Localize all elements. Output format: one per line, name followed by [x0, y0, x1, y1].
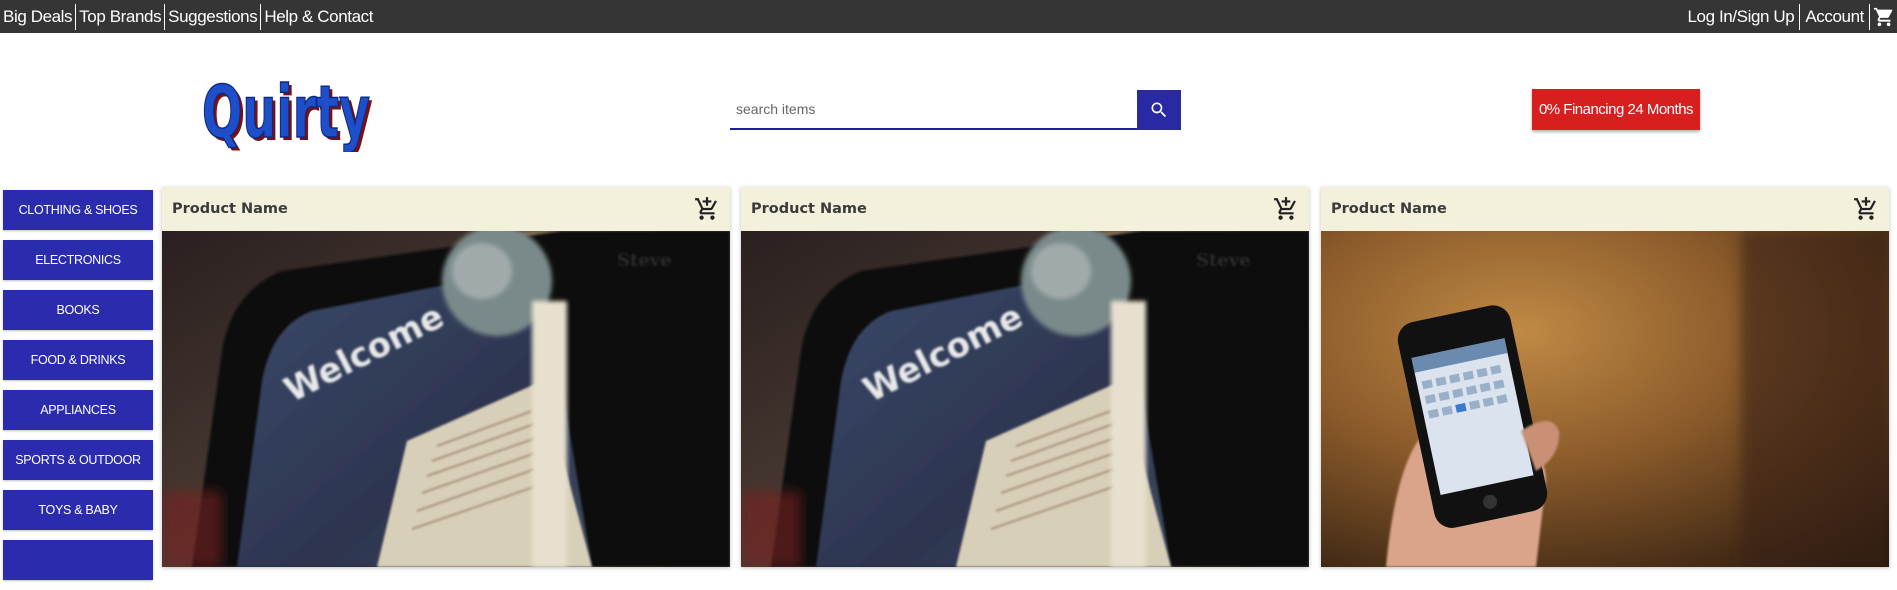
product-image[interactable] — [162, 231, 730, 567]
product-card[interactable]: Product Name — [1321, 187, 1889, 567]
cart-icon[interactable] — [1870, 4, 1897, 30]
category-toys-baby[interactable]: TOYS & BABY — [3, 490, 153, 530]
category-sidebar: CLOTHING & SHOES ELECTRONICS BOOKS FOOD … — [3, 190, 153, 590]
product-name[interactable]: Product Name — [1331, 201, 1447, 217]
product-card[interactable]: Product Name — [741, 187, 1309, 567]
product-name[interactable]: Product Name — [172, 201, 288, 217]
category-appliances[interactable]: APPLIANCES — [3, 390, 153, 430]
search-input[interactable] — [730, 90, 1137, 130]
search-button[interactable] — [1137, 90, 1181, 130]
category-electronics[interactable]: ELECTRONICS — [3, 240, 153, 280]
financing-promo-button[interactable]: 0% Financing 24 Months — [1532, 89, 1700, 130]
product-card-header: Product Name — [1321, 187, 1889, 231]
top-link-top-brands[interactable]: Top Brands — [76, 3, 166, 30]
top-link-account[interactable]: Account — [1800, 3, 1870, 30]
site-logo[interactable]: Quirty Quirty — [200, 66, 380, 157]
svg-text:Quirty: Quirty — [202, 70, 370, 152]
category-food-drinks[interactable]: FOOD & DRINKS — [3, 340, 153, 380]
top-link-big-deals[interactable]: Big Deals — [0, 3, 77, 30]
product-card-header: Product Name — [162, 187, 730, 231]
top-nav-left: Big Deals Top Brands Suggestions Help & … — [0, 0, 376, 33]
category-books[interactable]: BOOKS — [3, 290, 153, 330]
top-link-suggestions[interactable]: Suggestions — [165, 3, 262, 30]
top-link-help-contact[interactable]: Help & Contact — [261, 4, 376, 30]
product-card-header: Product Name — [741, 187, 1309, 231]
category-more[interactable] — [3, 540, 153, 580]
search-icon — [1151, 102, 1167, 118]
add-to-cart-icon[interactable] — [1273, 196, 1299, 222]
add-to-cart-icon[interactable] — [694, 196, 720, 222]
top-bar: Big Deals Top Brands Suggestions Help & … — [0, 0, 1897, 33]
top-nav-right: Log In/Sign Up Account — [1682, 0, 1897, 33]
top-link-login-signup[interactable]: Log In/Sign Up — [1682, 3, 1801, 30]
product-image[interactable] — [741, 231, 1309, 567]
product-image[interactable] — [1321, 231, 1889, 567]
product-card[interactable]: Product Name — [162, 187, 730, 567]
add-to-cart-icon[interactable] — [1853, 196, 1879, 222]
category-clothing-shoes[interactable]: CLOTHING & SHOES — [3, 190, 153, 230]
search-bar — [730, 90, 1181, 130]
category-sports-outdoor[interactable]: SPORTS & OUTDOOR — [3, 440, 153, 480]
product-name[interactable]: Product Name — [751, 201, 867, 217]
